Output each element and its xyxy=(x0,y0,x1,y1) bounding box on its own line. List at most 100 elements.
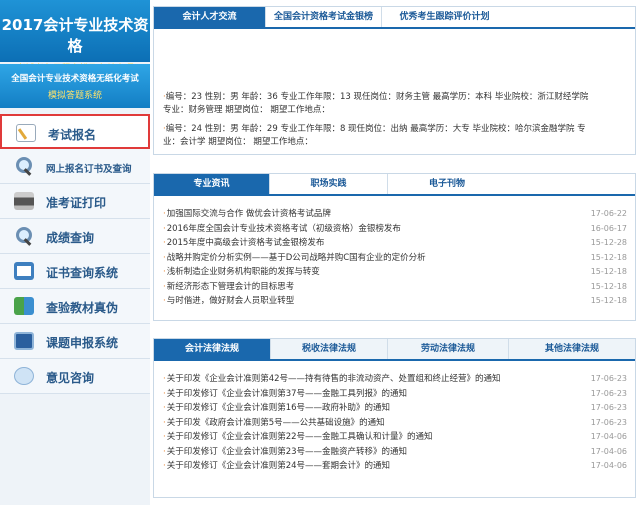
tab-labor-law[interactable]: 劳动法律法规 xyxy=(388,339,509,359)
sidebar-item-label: 准考证打印 xyxy=(46,196,107,210)
page: 2017会计专业技术资格 考试考务日程安排及有关事项 全国会计专业技术资格无纸化… xyxy=(0,0,640,505)
tab-tracking-plan[interactable]: 优秀考生跟踪评价计划 xyxy=(382,7,507,27)
list-item-title[interactable]: 关于印发修订《企业会计准则第23号——金融资产转移》的通知 xyxy=(167,447,407,457)
list-item[interactable]: ·新经济形态下管理会计的目标思考 15-12-18 xyxy=(163,280,627,295)
bullet: · xyxy=(163,296,166,306)
bullet: · xyxy=(163,388,166,399)
list-item-title[interactable]: 关于印发修订《企业会计准则第24号——套期会计》的通知 xyxy=(167,461,390,471)
sidebar-item-label: 课题申报系统 xyxy=(46,336,119,350)
list-item-title[interactable]: 加强国际交流与合作 做优会计资格考试品牌 xyxy=(167,209,331,219)
bullet: · xyxy=(163,209,166,219)
tab-bar: 专业资讯 职场实践 电子刊物 xyxy=(154,174,635,196)
regulations-list: ·关于印发《企业会计准则第42号——持有待售的非流动资产、处置组和终止经营》的通… xyxy=(163,372,627,474)
sidebar-item-feedback[interactable]: 意见咨询 xyxy=(0,359,150,394)
list-item-title[interactable]: 关于印发修订《企业会计准则第37号——金融工具列报》的通知 xyxy=(167,389,407,399)
list-item-title[interactable]: 2016年度全国会计专业技术资格考试（初级资格）金银榜发布 xyxy=(167,224,401,234)
bullet: · xyxy=(163,403,166,413)
list-item-title[interactable]: 关于印发《企业会计准则第42号——持有待售的非流动资产、处置组和终止经营》的通知 xyxy=(167,374,501,384)
list-item-date: 15-12-18 xyxy=(590,296,627,305)
professional-news-panel: 专业资讯 职场实践 电子刊物 ·加强国际交流与合作 做优会计资格考试品牌 17-0… xyxy=(153,173,636,321)
sidebar-item-admission-print[interactable]: 准考证打印 xyxy=(0,184,150,219)
banner-title: 2017会计专业技术资格 xyxy=(1,16,149,55)
list-item[interactable]: ·关于印发修订《企业会计准则第24号——套期会计》的通知 17-04-06 xyxy=(163,459,627,474)
magnifier-icon xyxy=(14,227,34,245)
talent-entry-line: 编号：24 性别：男 年龄：29 专业工作年限：8 现任岗位：出纳 最高学历：大… xyxy=(165,124,586,134)
list-item[interactable]: ·2015年度中高级会计资格考试金银榜发布 15-12-28 xyxy=(163,236,627,251)
talent-entry-line: 专业：财务管理 期望岗位： 期望工作地点： xyxy=(163,105,330,115)
bullet: · xyxy=(163,446,166,457)
talent-exchange-panel: 会计人才交流 全国会计资格考试金银榜 优秀考生跟踪评价计划 ·编号：23 性别：… xyxy=(153,6,636,155)
speech-bubble-icon xyxy=(14,367,34,385)
list-item[interactable]: ·浅析制造企业财务机构职能的发挥与转变 15-12-18 xyxy=(163,265,627,280)
list-item-title[interactable]: 与时偕进，做好财会人员职业转型 xyxy=(167,296,295,306)
tab-bar: 会计人才交流 全国会计资格考试金银榜 优秀考生跟踪评价计划 xyxy=(154,7,635,29)
sidebar-item-label: 意见咨询 xyxy=(46,371,95,385)
list-item-title[interactable]: 2015年度中高级会计资格考试金银榜发布 xyxy=(167,238,325,248)
list-item[interactable]: ·关于印发修订《企业会计准则第16号——政府补助》的通知 17-06-23 xyxy=(163,401,627,416)
bullet: · xyxy=(163,238,166,248)
sidebar-item-label: 考试报名 xyxy=(48,128,97,142)
list-item-date: 15-12-18 xyxy=(590,267,627,276)
magnifier-icon xyxy=(14,157,34,175)
tab-other-law[interactable]: 其他法律法规 xyxy=(509,339,635,359)
talent-entry[interactable]: ·编号：24 性别：男 年龄：29 专业工作年限：8 现任岗位：出纳 最高学历：… xyxy=(163,123,629,149)
talent-entry-line: 编号：23 性别：男 年龄：36 专业工作年限：13 现任岗位：财务主管 最高学… xyxy=(165,92,589,102)
tab-workplace-practice[interactable]: 职场实践 xyxy=(270,174,388,194)
monitor-icon xyxy=(14,332,34,350)
list-item-date: 15-12-28 xyxy=(590,238,627,247)
sidebar-item-online-registration[interactable]: 网上报名订书及查询 xyxy=(0,149,150,184)
regulations-panel: 会计法律法规 税收法律法规 劳动法律法规 其他法律法规 ·关于印发《企业会计准则… xyxy=(153,338,636,498)
list-item[interactable]: ·与时偕进，做好财会人员职业转型 15-12-18 xyxy=(163,294,627,309)
list-item[interactable]: ·2016年度全国会计专业技术资格考试（初级资格）金银榜发布 16-06-17 xyxy=(163,222,627,237)
banner-title: 全国会计专业技术资格无纸化考试 xyxy=(11,74,139,84)
list-item[interactable]: ·关于印发《政府会计准则第5号——公共基础设施》的通知 17-06-23 xyxy=(163,416,627,431)
sidebar-item-certificate-query[interactable]: 证书查询系统 xyxy=(0,254,150,289)
news-list: ·加强国际交流与合作 做优会计资格考试品牌 17-06-22 ·2016年度全国会… xyxy=(163,207,627,309)
list-item-title[interactable]: 关于印发修订《企业会计准则第16号——政府补助》的通知 xyxy=(167,403,390,413)
list-item-date: 17-06-23 xyxy=(590,388,627,398)
list-item-date: 15-12-18 xyxy=(590,252,627,262)
list-item[interactable]: ·加强国际交流与合作 做优会计资格考试品牌 17-06-22 xyxy=(163,207,627,222)
list-item-title[interactable]: 关于印发《政府会计准则第5号——公共基础设施》的通知 xyxy=(167,418,385,428)
bullet: · xyxy=(163,267,166,277)
list-item-title[interactable]: 浅析制造企业财务机构职能的发挥与转变 xyxy=(167,267,320,277)
tab-tax-law[interactable]: 税收法律法规 xyxy=(271,339,388,359)
bullet: · xyxy=(163,461,166,471)
sidebar-item-textbook-verify[interactable]: 查验教材真伪 xyxy=(0,289,150,324)
list-item[interactable]: ·关于印发《企业会计准则第42号——持有待售的非流动资产、处置组和终止经营》的通… xyxy=(163,372,627,387)
list-item[interactable]: ·战略并购定价分析实例——基于D公司战略并购C国有企业的定价分析 15-12-18 xyxy=(163,251,627,266)
tab-professional-news[interactable]: 专业资讯 xyxy=(154,174,270,194)
talent-entry-line: 业：会计学 期望岗位： 期望工作地点： xyxy=(163,137,313,147)
list-item-title[interactable]: 关于印发修订《企业会计准则第22号——金融工具确认和计量》的通知 xyxy=(167,432,433,442)
list-item-date: 15-12-18 xyxy=(590,281,627,291)
sidebar-item-score-query[interactable]: 成绩查询 xyxy=(0,219,150,254)
left-sidebar: 2017会计专业技术资格 考试考务日程安排及有关事项 全国会计专业技术资格无纸化… xyxy=(0,0,150,505)
bullet: · xyxy=(163,432,166,442)
exam-schedule-banner[interactable]: 2017会计专业技术资格 考试考务日程安排及有关事项 xyxy=(0,0,150,74)
sidebar-item-project-application[interactable]: 课题申报系统 xyxy=(0,324,150,359)
tab-talent-exchange[interactable]: 会计人才交流 xyxy=(154,7,266,27)
list-item[interactable]: ·关于印发修订《企业会计准则第23号——金融资产转移》的通知 17-04-06 xyxy=(163,445,627,460)
banner-subtitle: 模拟答题系统 xyxy=(47,91,102,101)
bullet: · xyxy=(163,252,166,263)
list-item-date: 17-04-06 xyxy=(590,446,627,456)
tab-e-journal[interactable]: 电子刊物 xyxy=(388,174,506,194)
list-item[interactable]: ·关于印发修订《企业会计准则第22号——金融工具确认和计量》的通知 17-04-0… xyxy=(163,430,627,445)
list-item-date: 17-06-22 xyxy=(590,209,627,218)
sidebar-item-exam-registration[interactable]: 考试报名 xyxy=(0,114,150,149)
list-item-title[interactable]: 战略并购定价分析实例——基于D公司战略并购C国有企业的定价分析 xyxy=(167,253,426,263)
bullet: · xyxy=(163,374,166,384)
tab-honor-roll[interactable]: 全国会计资格考试金银榜 xyxy=(266,7,382,27)
list-item-date: 17-06-23 xyxy=(590,417,627,427)
list-item-date: 16-06-17 xyxy=(590,223,627,233)
tab-accounting-law[interactable]: 会计法律法规 xyxy=(154,339,271,359)
mock-exam-banner[interactable]: 全国会计专业技术资格无纸化考试 模拟答题系统 xyxy=(0,64,150,108)
list-item-title[interactable]: 新经济形态下管理会计的目标思考 xyxy=(167,282,295,292)
list-item[interactable]: ·关于印发修订《企业会计准则第37号——金融工具列报》的通知 17-06-23 xyxy=(163,387,627,402)
list-item-date: 17-04-06 xyxy=(590,461,627,470)
sidebar-item-label: 查验教材真伪 xyxy=(46,301,119,315)
list-item-date: 17-06-23 xyxy=(590,403,627,412)
pen-icon xyxy=(16,124,36,142)
talent-entry[interactable]: ·编号：23 性别：男 年龄：36 专业工作年限：13 现任岗位：财务主管 最高… xyxy=(163,91,629,117)
book-icon xyxy=(14,297,34,315)
